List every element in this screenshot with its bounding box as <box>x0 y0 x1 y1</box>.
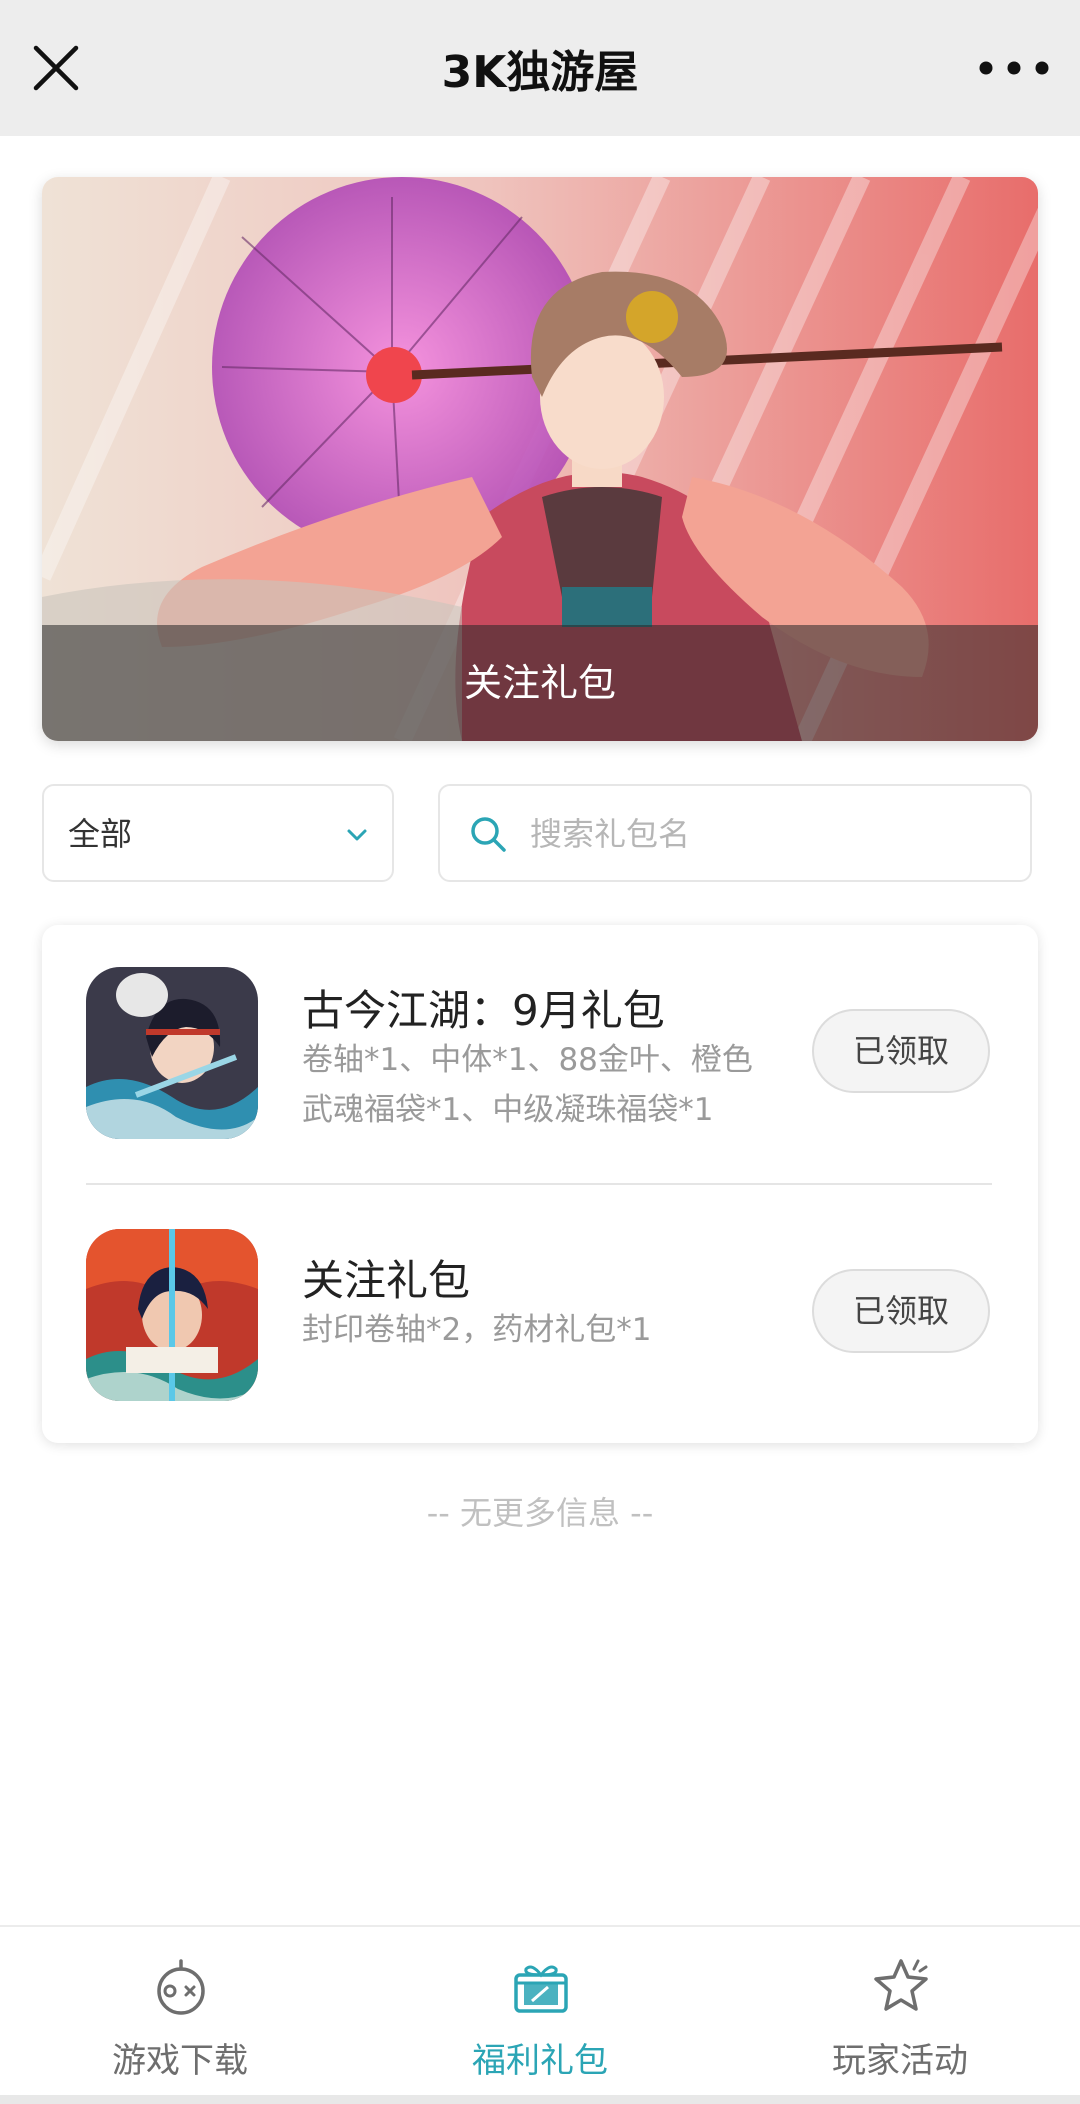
page-title: 3K独游屋 <box>441 47 639 98</box>
gift-desc: 卷轴*1、中体*1、88金叶、橙色 武魂福袋*1、中级凝珠福袋*1 <box>302 1035 842 1135</box>
no-more-info: -- 无更多信息 -- <box>426 1494 654 1532</box>
tab-label: 玩家活动 <box>832 2041 968 2081</box>
bottom-tab-bar: 游戏下载 福利礼包 玩家活动 <box>0 1925 1080 2097</box>
gift-desc-line: 武魂福袋*1、中级凝珠福袋*1 <box>302 1092 714 1128</box>
tab-label: 福利礼包 <box>472 2041 608 2081</box>
more-icon[interactable] <box>976 50 1052 86</box>
dropdown-value: 全部 <box>68 815 133 853</box>
search-box[interactable] <box>438 784 1032 882</box>
tab-game-download[interactable]: 游戏下载 <box>0 1927 360 2097</box>
banner-caption: 关注礼包 <box>42 625 1038 741</box>
claimed-button[interactable]: 已领取 <box>812 1269 990 1353</box>
gift-desc-line: 封印卷轴*2，药材礼包*1 <box>302 1312 652 1348</box>
promo-banner[interactable]: 关注礼包 <box>42 177 1038 741</box>
gift-item: 关注礼包 封印卷轴*2，药材礼包*1 已领取 <box>42 1185 1038 1443</box>
search-input[interactable] <box>528 800 1012 868</box>
gift-icon <box>514 1965 568 2013</box>
gift-name: 古今江湖：9月礼包 <box>302 986 665 1035</box>
chevron-down-icon <box>347 829 367 841</box>
gift-list-card: 古今江湖：9月礼包 卷轴*1、中体*1、88金叶、橙色 武魂福袋*1、中级凝珠福… <box>42 925 1038 1443</box>
title-bar: 3K独游屋 <box>0 0 1080 136</box>
claimed-button[interactable]: 已领取 <box>812 1009 990 1093</box>
gift-name: 关注礼包 <box>302 1256 471 1305</box>
bottom-strip <box>0 2095 1080 2104</box>
game-icon-gujin <box>86 967 258 1139</box>
tab-label: 游戏下载 <box>112 2041 248 2081</box>
star-icon <box>874 1959 928 2011</box>
game-icon-guanzhu <box>86 1229 258 1401</box>
gift-desc-line: 卷轴*1、中体*1、88金叶、橙色 <box>302 1042 753 1078</box>
gift-item: 古今江湖：9月礼包 卷轴*1、中体*1、88金叶、橙色 武魂福袋*1、中级凝珠福… <box>42 925 1038 1183</box>
category-dropdown[interactable]: 全部 <box>42 784 394 882</box>
gift-desc: 封印卷轴*2，药材礼包*1 <box>302 1305 842 1355</box>
tab-player-activity[interactable]: 玩家活动 <box>720 1927 1080 2097</box>
tab-welfare-gift[interactable]: 福利礼包 <box>360 1927 720 2097</box>
search-icon <box>471 817 506 852</box>
gamepad-icon <box>157 1959 205 2015</box>
